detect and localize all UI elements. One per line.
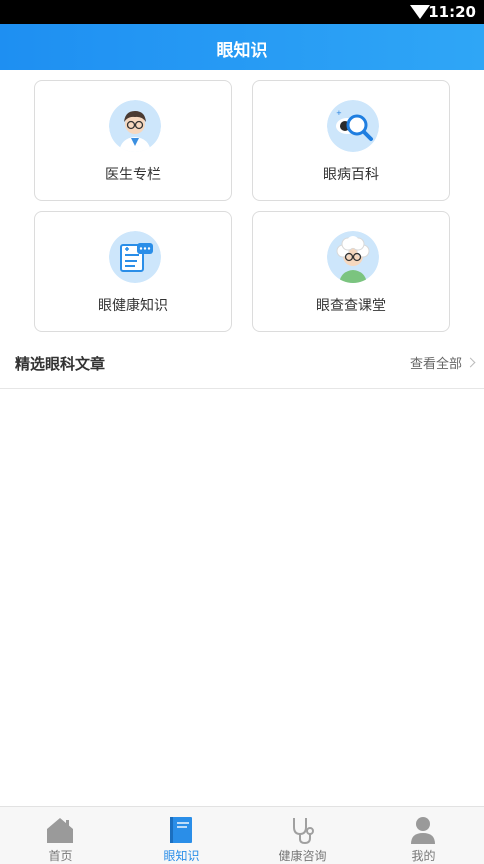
chevron-right-icon: [465, 357, 476, 368]
elder-glasses-icon: [327, 231, 379, 283]
user-icon: [407, 815, 439, 845]
bottom-tab-bar: 首页 眼知识 健康咨询 我的: [0, 806, 484, 864]
home-icon: [44, 815, 76, 845]
status-time: 11:20: [428, 3, 476, 21]
category-grid: 医生专栏 + 眼病百科 眼健康知识 眼查查课堂: [34, 80, 450, 332]
health-note-icon: [109, 231, 161, 283]
wifi-icon: [410, 5, 430, 19]
card-label: 医生专栏: [105, 167, 161, 183]
status-bar: 11:20: [0, 0, 484, 24]
stethoscope-icon: [286, 815, 318, 845]
card-doctor-column[interactable]: 医生专栏: [34, 80, 232, 201]
tab-health-consult[interactable]: 健康咨询: [242, 807, 363, 864]
view-all-link[interactable]: 查看全部: [409, 353, 476, 372]
tab-label: 首页: [48, 849, 73, 863]
card-eye-encyclopedia[interactable]: + 眼病百科: [252, 80, 450, 201]
tab-label: 健康咨询: [278, 849, 327, 863]
page-title: 眼知识: [216, 41, 268, 61]
tab-profile[interactable]: 我的: [363, 807, 484, 864]
tab-eye-knowledge[interactable]: 眼知识: [121, 807, 242, 864]
card-label: 眼查查课堂: [316, 298, 386, 314]
eye-search-icon: +: [327, 100, 379, 152]
app-header: 眼知识: [0, 24, 484, 70]
card-label: 眼病百科: [323, 167, 379, 183]
book-icon: [165, 815, 197, 845]
tab-home[interactable]: 首页: [0, 807, 121, 864]
featured-articles-header: 精选眼科文章 查看全部: [0, 344, 484, 389]
tab-label: 我的: [411, 849, 436, 863]
card-eye-check-class[interactable]: 眼查查课堂: [252, 211, 450, 332]
view-all-label: 查看全部: [409, 357, 462, 372]
card-eye-health-knowledge[interactable]: 眼健康知识: [34, 211, 232, 332]
section-title: 精选眼科文章: [15, 355, 106, 373]
doctor-icon: [109, 100, 161, 152]
tab-label: 眼知识: [163, 849, 200, 863]
svg-text:+: +: [336, 109, 342, 117]
card-label: 眼健康知识: [98, 298, 168, 314]
